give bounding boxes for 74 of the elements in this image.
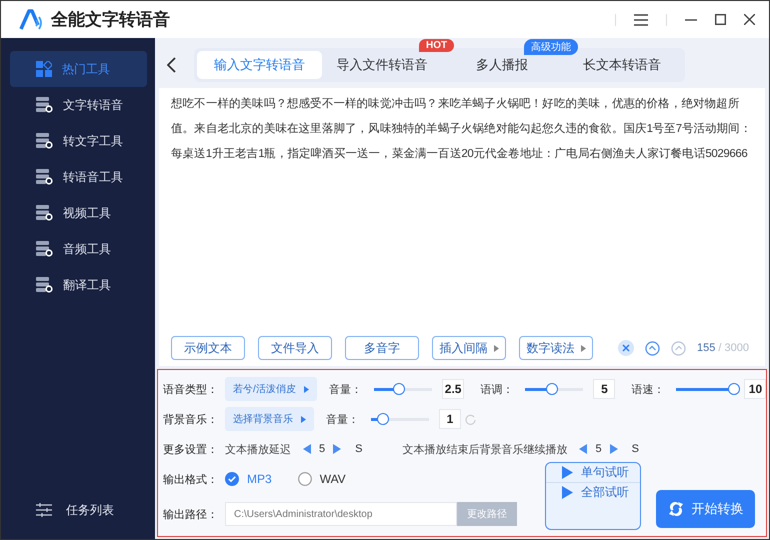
stack-icon [36, 277, 53, 293]
sidebar-item[interactable]: 视频工具 [10, 195, 147, 231]
more-settings-label: 更多设置： [163, 442, 219, 456]
path-field[interactable]: C:\Users\Administrator\desktop [225, 502, 457, 526]
caret-icon [304, 386, 309, 392]
preview-button[interactable]: 单句试听 [546, 463, 640, 482]
caret-icon [580, 344, 586, 352]
badge: HOT [419, 39, 454, 52]
music-dropdown[interactable]: 选择背景音乐 [225, 407, 314, 431]
value-box[interactable]: 10 [744, 379, 766, 399]
slider-label: 语速： [631, 382, 664, 396]
output-format-label: 输出格式： [163, 472, 219, 486]
tool-button[interactable]: 文件导入 [258, 336, 332, 360]
stack-icon [36, 205, 53, 221]
background-music-label: 背景音乐： [163, 412, 219, 426]
convert-icon [668, 501, 684, 517]
caret-icon [494, 344, 498, 352]
tool-button[interactable]: 示例文本 [171, 336, 245, 360]
unit-label: S [632, 443, 639, 455]
unit-label: S [355, 443, 362, 455]
maximize-icon[interactable] [715, 14, 726, 25]
caret-icon [301, 416, 306, 422]
preview-button[interactable]: 全部试听 [546, 482, 640, 502]
decrease-icon[interactable] [303, 444, 311, 454]
tab[interactable]: 导入文件转语音 [322, 51, 442, 79]
grid-icon [36, 61, 52, 77]
delay-value: 5 [595, 443, 602, 455]
delay-value: 5 [319, 443, 326, 455]
value-box[interactable]: 2.5 [442, 379, 464, 399]
play-icon [562, 486, 573, 499]
character-limit: / 3000 [718, 342, 749, 354]
stack-icon [36, 133, 53, 149]
increase-icon[interactable] [333, 444, 342, 454]
decrease-icon[interactable] [579, 444, 588, 454]
stack-icon [36, 97, 53, 113]
clear-icon[interactable] [618, 340, 634, 356]
task-list-button[interactable]: 任务列表 [10, 495, 147, 525]
back-icon[interactable] [167, 57, 176, 73]
sidebar-item[interactable]: 翻译工具 [10, 267, 147, 303]
output-path-label: 输出路径： [163, 508, 219, 522]
radio-option[interactable]: WAV [298, 472, 346, 486]
stack-icon [36, 169, 53, 185]
slider-label: 语调： [480, 382, 514, 396]
play-icon [562, 466, 573, 479]
sidebar-item[interactable]: 文字转语音 [10, 87, 147, 123]
sidebar-item[interactable]: 转语音工具 [10, 159, 147, 195]
tool-button[interactable]: 多音字 [345, 336, 419, 360]
logo-icon [19, 8, 43, 30]
voice-type-label: 语音类型： [163, 382, 219, 396]
text-editor[interactable]: 想吃不一样的美味吗？想感受不一样的味觉冲击吗？来吃羊蝎子火锅吧！好吃的美味，优惠的价格，绝对物超所值。来自老北京的美味在这里落脚了，风味独特的羊蝎子火锅绝对能勾起您久违的食欲。国庆1号至7号活动期间：每桌送1升王老吉1瓶，指定啤酒买一送一，菜金满一百送20元代金卷地址：广电局右侧渔夫人家订餐电话5029666 [159, 88, 765, 336]
sidebar-item[interactable]: 热门工具 [10, 51, 147, 87]
sidebar-item[interactable]: 音频工具 [10, 231, 147, 267]
slider-label: 音量： [328, 382, 362, 396]
increase-icon[interactable] [610, 444, 618, 454]
sliders-icon [36, 503, 52, 517]
character-count: 155 [697, 342, 716, 354]
badge: 高级功能 [524, 39, 578, 55]
undo-icon[interactable] [645, 340, 660, 356]
delay-label: 文本播放延迟 [225, 442, 291, 456]
slider-label: 音量： [326, 412, 359, 426]
tab[interactable]: 输入文字转语音 [197, 51, 322, 79]
close-icon[interactable] [744, 14, 755, 25]
value-box[interactable]: 5 [593, 379, 616, 399]
sidebar-item[interactable]: 转文字工具 [10, 123, 147, 159]
tool-button[interactable]: 数字读法 [519, 336, 593, 360]
app-title: 全能文字转语音 [51, 9, 170, 31]
stack-icon [36, 241, 53, 257]
value-box[interactable]: 1 [439, 409, 461, 429]
delay-label: 文本播放结束后背景音乐继续播放 [402, 442, 568, 456]
voice-dropdown[interactable]: 若兮/活泼俏皮 [225, 377, 317, 401]
radio-option[interactable]: MP3 [225, 472, 272, 486]
tool-button[interactable]: 插入间隔 [432, 336, 506, 360]
menu-icon[interactable] [634, 14, 648, 26]
start-convert-button[interactable]: 开始转换 [656, 490, 755, 528]
